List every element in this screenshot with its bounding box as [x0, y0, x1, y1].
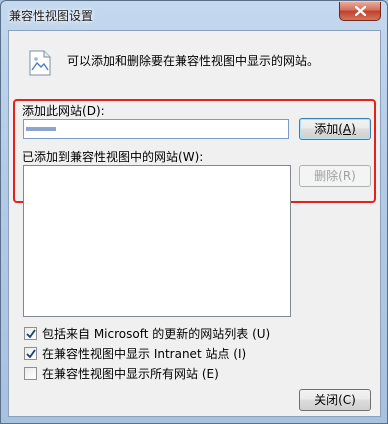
option-all-sites[interactable]: 在兼容性视图中显示所有网站 (E) [24, 365, 219, 381]
option-intranet-label: 在兼容性视图中显示 Intranet 站点 (I) [42, 347, 247, 361]
checkbox-ms-list[interactable] [24, 327, 37, 340]
option-ms-list-label: 包括来自 Microsoft 的更新的网站列表 (U) [42, 327, 271, 341]
dialog-client-area: 可以添加和删除要在兼容性视图中显示的网站。 添加此网站(D): 添加(A) 已添… [8, 30, 381, 417]
option-intranet[interactable]: 在兼容性视图中显示 Intranet 站点 (I) [24, 345, 246, 361]
checkbox-intranet[interactable] [24, 347, 37, 360]
option-ms-list[interactable]: 包括来自 Microsoft 的更新的网站列表 (U) [24, 325, 270, 341]
checkbox-all-sites[interactable] [24, 367, 37, 380]
add-site-label: 添加此网站(D): [22, 104, 105, 118]
close-button[interactable]: 关闭(C) [299, 389, 371, 411]
add-button[interactable]: 添加(A) [299, 118, 371, 140]
option-all-sites-label: 在兼容性视图中显示所有网站 (E) [42, 367, 219, 381]
info-text: 可以添加和删除要在兼容性视图中显示的网站。 [67, 54, 320, 68]
add-site-input[interactable] [23, 119, 289, 139]
added-sites-list[interactable] [23, 165, 291, 317]
window-title: 兼容性视图设置 [9, 9, 94, 23]
added-sites-label: 已添加到兼容性视图中的网站(W): [22, 150, 204, 164]
checkmark-icon [26, 349, 36, 359]
window-close-button[interactable] [339, 2, 381, 21]
checkmark-icon [26, 329, 36, 339]
redacted-url [26, 126, 56, 131]
remove-button[interactable]: 删除(R) [299, 165, 371, 187]
close-icon [355, 6, 366, 16]
web-page-icon [29, 50, 51, 76]
dialog-window: 兼容性视图设置 可以添加和删除要在兼容性视图中显示的网站。 添加此网站(D): … [0, 0, 388, 424]
